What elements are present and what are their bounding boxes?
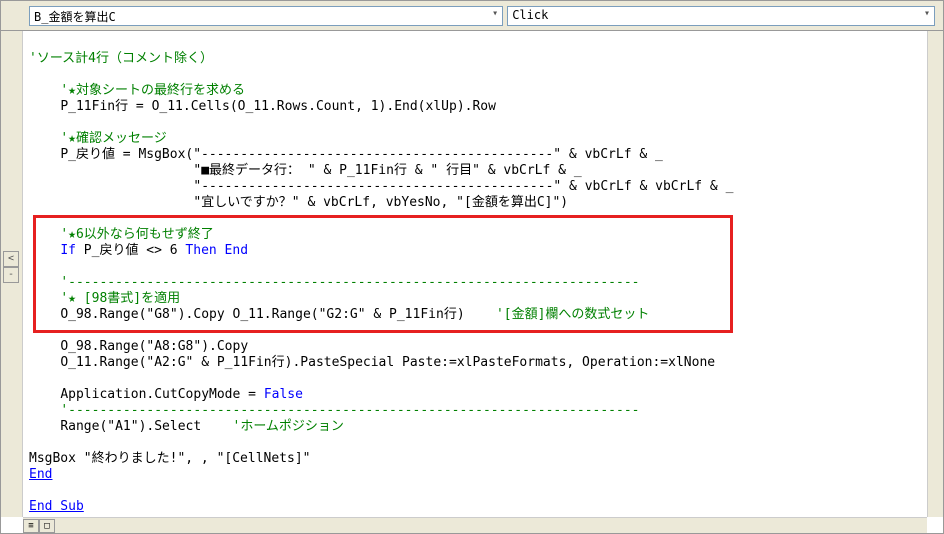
code-line: '★確認メッセージ [60,131,166,146]
code-keyword: End [29,467,52,482]
vbe-window: B_金額を算出C Click < - 'ソース計4行（コメント除く） '★対象シ… [0,0,944,534]
code-line: '---------------------------------------… [60,275,639,290]
code-line: P_11Fin行 = O_11.Cells(O_11.Rows.Count, 1… [60,99,496,114]
code-line: '★ [98書式]を適用 [60,291,180,306]
code-keyword: End Sub [29,499,84,514]
code-line: '★6以外なら何もせず終了 [60,227,213,242]
split-handle-icon[interactable]: < [3,251,19,267]
code-line: Range("A1").Select [60,419,232,434]
split-handle-icon[interactable]: - [3,267,19,283]
code-line: P_戻り値 = MsgBox("------------------------… [60,147,663,162]
code-line: "宜しいですか？" & vbCrLf, vbYesNo, "[金額を算出C]") [60,195,568,210]
code-line: O_98.Range("G8").Copy O_11.Range("G2:G" … [60,307,496,322]
code-line: 'ソース計4行（コメント除く） [29,51,213,66]
code-line: Application.CutCopyMode = [60,387,264,402]
code-text: P_戻り値 <> 6 [76,243,185,258]
code-line: "■最終データ行： " & P_11Fin行 & " 行目" & vbCrLf … [60,163,581,178]
procedure-dropdown[interactable]: Click [507,6,935,26]
horizontal-scrollbar[interactable]: ≡ □ [23,517,927,533]
code-line: O_98.Range("A8:G8").Copy [60,339,248,354]
code-pane[interactable]: 'ソース計4行（コメント除く） '★対象シートの最終行を求める P_11Fin行… [23,31,927,517]
code-line: '---------------------------------------… [60,403,639,418]
procedure-view-icon[interactable]: ≡ [23,519,39,533]
object-dropdown[interactable]: B_金額を算出C [29,6,503,26]
code-line: '★対象シートの最終行を求める [60,83,245,98]
full-module-view-icon[interactable]: □ [39,519,55,533]
vertical-scrollbar[interactable] [927,31,943,517]
code-line: "---------------------------------------… [60,179,733,194]
code-keyword: If [60,243,76,258]
code-line: MsgBox "終わりました!", , "[CellNets]" [29,451,311,466]
object-dropdown-value: B_金額を算出C [34,10,116,24]
code-comment: '[金額]欄への数式セット [496,307,649,322]
code-keyword: Then End [185,243,248,258]
code-comment: 'ホームポジション [233,419,344,434]
code-line: O_11.Range("A2:G" & P_11Fin行).PasteSpeci… [60,355,715,370]
code-keyword: False [264,387,303,402]
vbe-toolbar: B_金額を算出C Click [1,1,943,31]
procedure-dropdown-value: Click [512,8,548,22]
